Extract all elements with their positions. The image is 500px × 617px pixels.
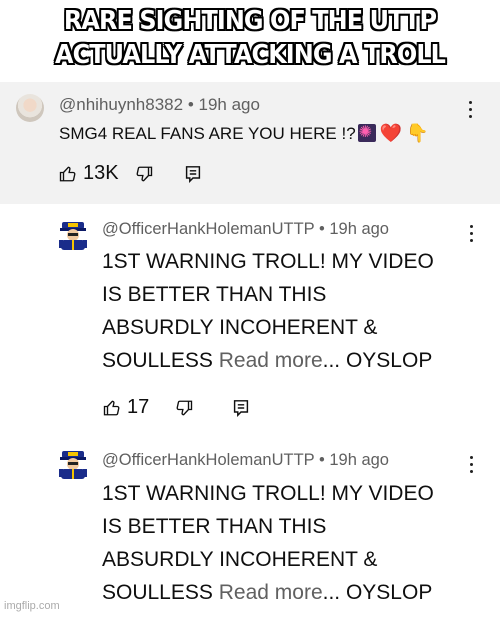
- avatar[interactable]: [56, 447, 90, 481]
- reply-line: ABSURDLY INCOHERENT &: [102, 548, 378, 571]
- reply-time[interactable]: 19h ago: [329, 220, 389, 238]
- reply-line-text: ... OYSLOP: [322, 349, 433, 372]
- reply-line: 1ST WARNING TROLL! MY VIDEO: [102, 250, 434, 273]
- kebab-menu-icon[interactable]: [470, 456, 474, 474]
- caption-line-1: RARE SIGHTING OF THE UTTP: [63, 6, 437, 36]
- reply-meta: @OfficerHankHolemanUTTP • 19h ago: [102, 220, 389, 239]
- reply-line-text: SOULLESS: [102, 349, 219, 372]
- meta-separator: •: [187, 95, 194, 114]
- reply-handle[interactable]: @OfficerHankHolemanUTTP: [102, 451, 314, 469]
- reply-text: 1ST WARNING TROLL! MY VIDEO IS BETTER TH…: [102, 245, 434, 377]
- kebab-menu-icon[interactable]: [470, 225, 474, 243]
- reply-line: IS BETTER THAN THIS: [102, 283, 327, 306]
- meme-caption: RARE SIGHTING OF THE UTTP ACTUALLY ATTAC…: [20, 4, 480, 72]
- reply-icon[interactable]: [233, 399, 249, 417]
- comment-text-content: SMG4 REAL FANS ARE YOU HERE !?: [59, 124, 356, 143]
- comment-actions: 13K: [59, 162, 201, 185]
- firework-emoji: [357, 122, 376, 142]
- thumbs-down-icon[interactable]: [135, 165, 153, 183]
- comment-text: SMG4 REAL FANS ARE YOU HERE !? ❤️👇: [59, 122, 429, 144]
- comment-meta: @nhihuynh8382 • 19h ago: [59, 95, 260, 115]
- reply-time[interactable]: 19h ago: [329, 451, 389, 469]
- meta-separator: •: [318, 451, 325, 469]
- thumbs-up-icon[interactable]: [59, 165, 77, 183]
- reply-line: SOULLESS Read more... OYSLOP: [102, 344, 434, 377]
- heart-emoji: ❤️: [379, 123, 403, 143]
- read-more-link[interactable]: Read more: [219, 581, 323, 604]
- thumbs-up-icon[interactable]: [103, 399, 121, 417]
- reply-line: IS BETTER THAN THIS: [102, 515, 327, 538]
- watermark: imgflip.com: [4, 600, 60, 612]
- kebab-menu-icon[interactable]: [469, 101, 473, 119]
- reply-meta: @OfficerHankHolemanUTTP • 19h ago: [102, 451, 389, 470]
- thumbs-down-icon[interactable]: [175, 399, 193, 417]
- reply-line-text: SOULLESS: [102, 581, 219, 604]
- caption-line-2: ACTUALLY ATTACKING A TROLL: [55, 40, 446, 70]
- reply-line: SOULLESS Read more... OYSLOP: [102, 576, 434, 609]
- reply-icon[interactable]: [185, 165, 201, 183]
- comment-handle[interactable]: @nhihuynh8382: [59, 95, 183, 114]
- avatar[interactable]: [16, 94, 44, 122]
- avatar[interactable]: [56, 218, 90, 252]
- comment-time[interactable]: 19h ago: [199, 95, 260, 114]
- reply-line: 1ST WARNING TROLL! MY VIDEO: [102, 482, 434, 505]
- read-more-link[interactable]: Read more: [219, 349, 323, 372]
- like-count: 13K: [83, 162, 119, 184]
- meta-separator: •: [318, 220, 325, 238]
- reply-line-text: ... OYSLOP: [322, 581, 433, 604]
- pointing-down-emoji: 👇: [406, 123, 429, 143]
- reply-line: ABSURDLY INCOHERENT &: [102, 316, 378, 339]
- reply-actions: 17: [103, 396, 249, 419]
- reply-text: 1ST WARNING TROLL! MY VIDEO IS BETTER TH…: [102, 477, 434, 609]
- meme-header: RARE SIGHTING OF THE UTTP ACTUALLY ATTAC…: [0, 0, 500, 82]
- like-count: 17: [127, 396, 150, 418]
- reply-handle[interactable]: @OfficerHankHolemanUTTP: [102, 220, 314, 238]
